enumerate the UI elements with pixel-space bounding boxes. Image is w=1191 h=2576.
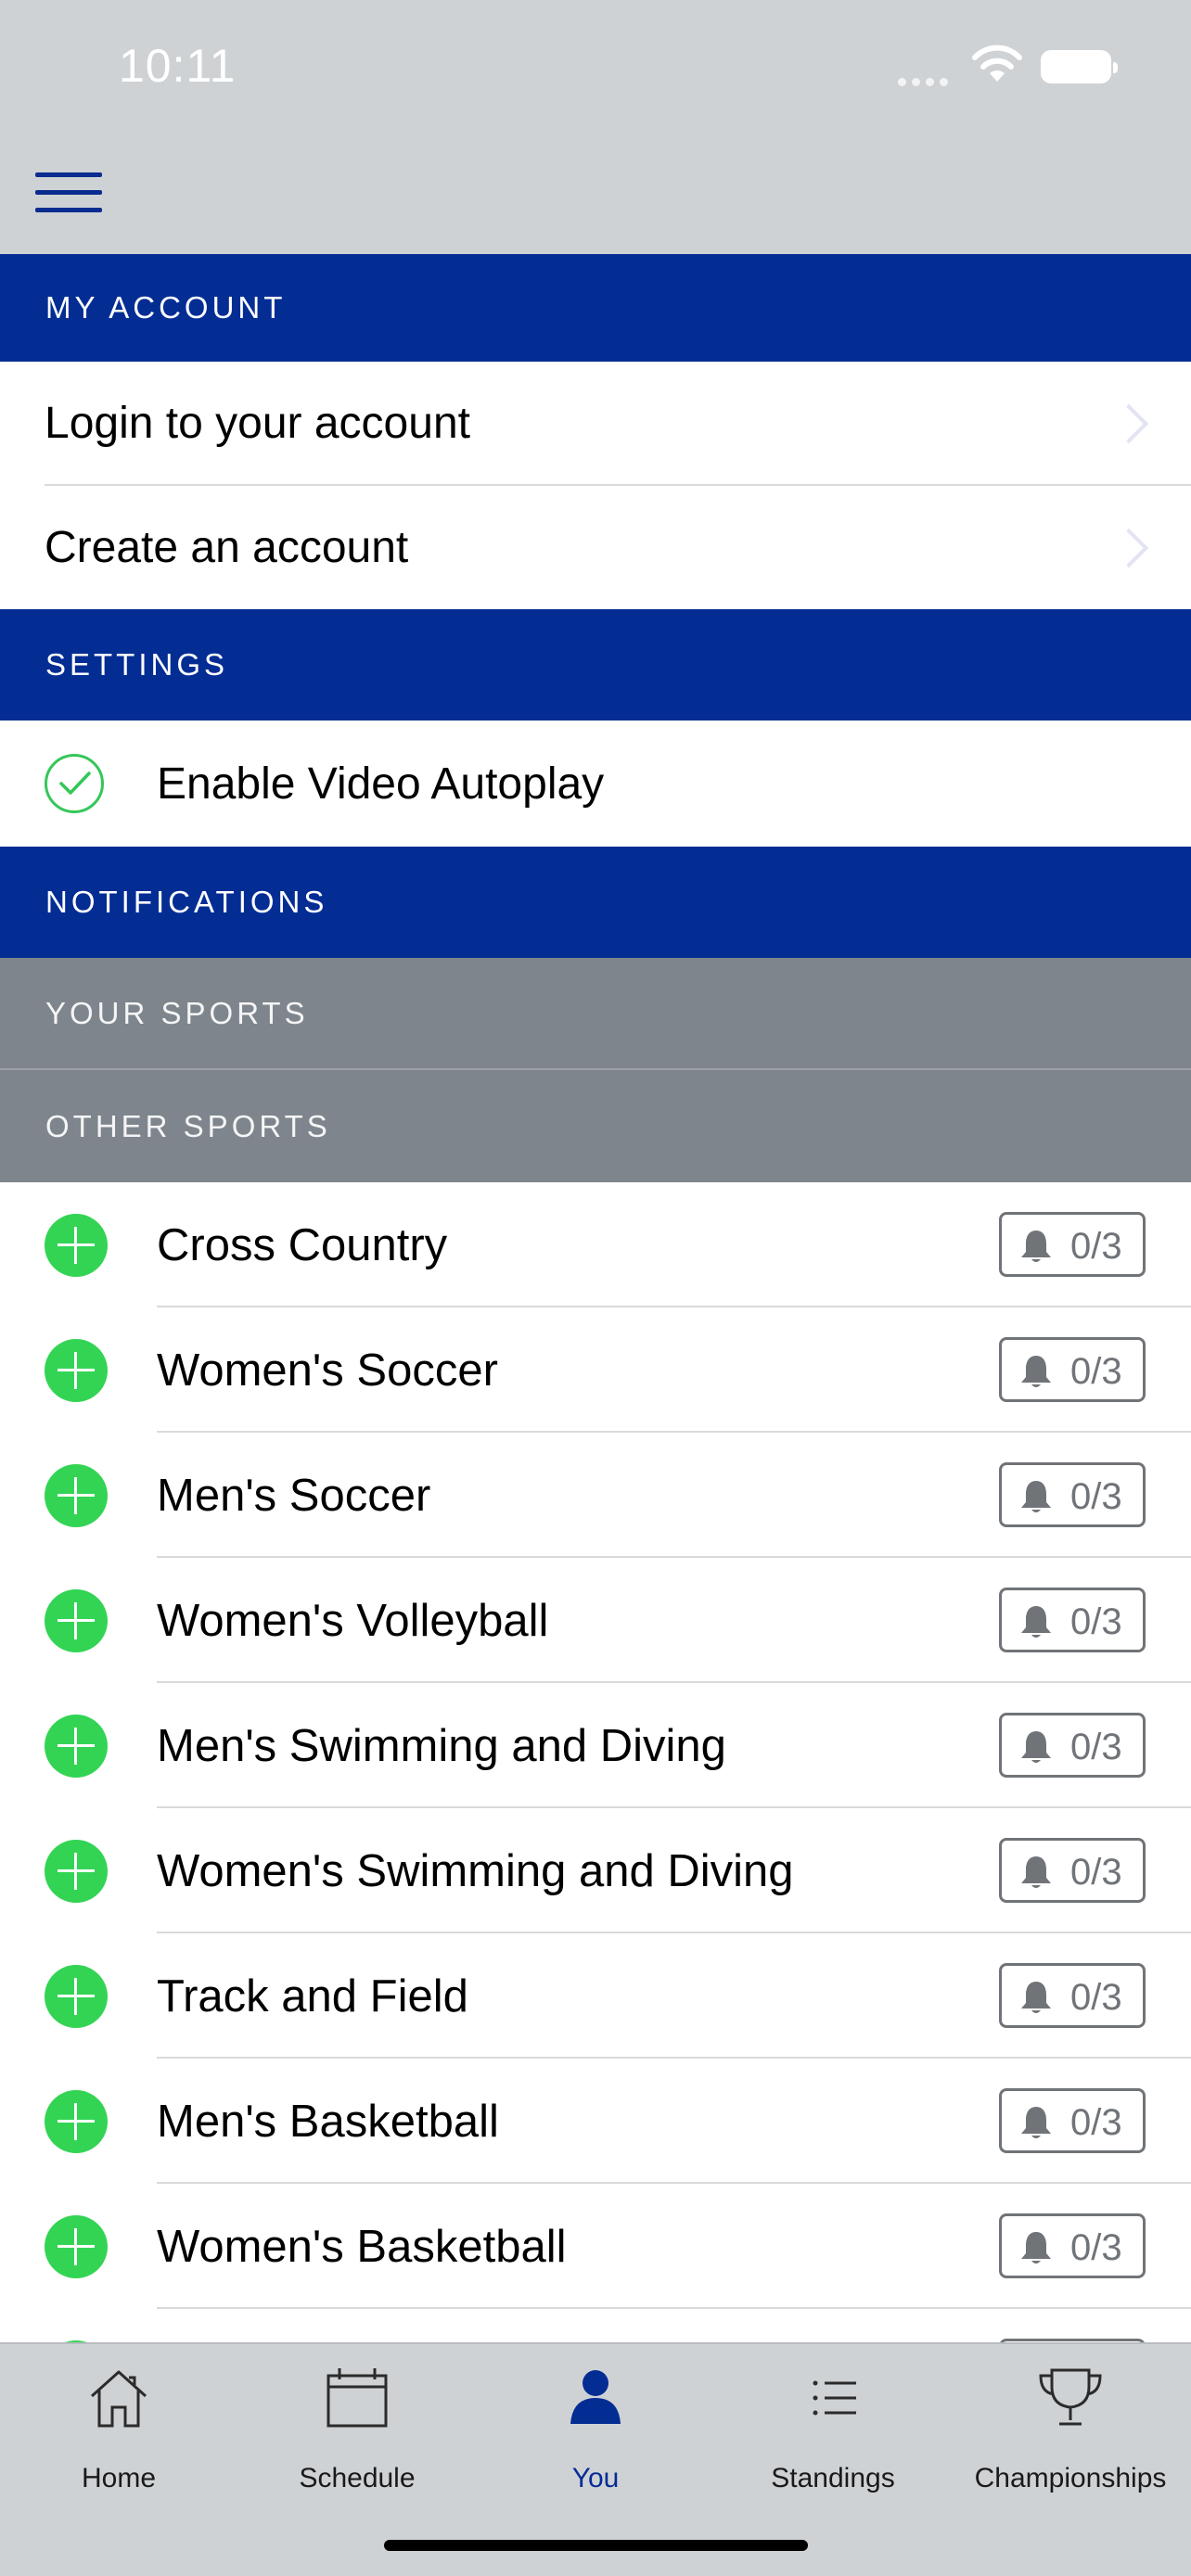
tab-schedule[interactable]: Schedule	[238, 2344, 476, 2493]
calendar-icon	[327, 2368, 388, 2428]
notification-count-button[interactable]: 0/3	[999, 1212, 1146, 1277]
list-icon	[813, 2380, 856, 2416]
subheader-other-sports: OTHER SPORTS	[0, 1070, 1191, 1182]
list-item[interactable]: Women's Soccer 0/3	[0, 1307, 1191, 1433]
tab-label: Standings	[771, 2463, 895, 2493]
alert-count: 0/3	[1070, 1852, 1122, 1893]
cellular-signal-icon	[898, 74, 954, 91]
home-indicator	[384, 2540, 808, 2551]
list-item[interactable]: Cross Country 0/3	[0, 1182, 1191, 1307]
tab-championships[interactable]: Championships	[952, 2344, 1189, 2493]
sport-name: Women's Soccer	[157, 1345, 498, 1396]
checkmark-circle-icon[interactable]	[45, 754, 104, 813]
bell-icon	[1018, 2229, 1054, 2266]
video-autoplay-label: Enable Video Autoplay	[157, 759, 605, 809]
notification-count-button[interactable]: 0/3	[999, 2213, 1146, 2278]
chevron-right-icon	[1108, 403, 1149, 443]
bell-icon	[1018, 1228, 1054, 1265]
add-circle-icon[interactable]	[45, 2215, 108, 2278]
add-circle-icon[interactable]	[45, 1464, 108, 1527]
subheader-title: YOUR SPORTS	[45, 995, 309, 1030]
create-account-row[interactable]: Create an account	[0, 486, 1191, 609]
list-item[interactable]: Women's Volleyball 0/3	[0, 1558, 1191, 1683]
status-bar: 10:11	[0, 0, 1191, 139]
alert-count: 0/3	[1070, 2102, 1122, 2143]
sport-name: Men's Basketball	[157, 2097, 499, 2147]
sport-name: Men's Soccer	[157, 1471, 431, 1521]
add-circle-icon[interactable]	[45, 2090, 108, 2153]
tab-home[interactable]: Home	[0, 2344, 237, 2493]
notification-count-button[interactable]: 0/3	[999, 1462, 1146, 1527]
alert-count: 0/3	[1070, 1601, 1122, 1642]
alert-count: 0/3	[1070, 1977, 1122, 2018]
login-label: Login to your account	[45, 399, 470, 448]
wifi-icon	[972, 45, 1022, 82]
tab-you[interactable]: You	[477, 2344, 714, 2493]
add-circle-icon[interactable]	[45, 1840, 108, 1903]
add-circle-icon[interactable]	[45, 1965, 108, 2028]
notification-count-button[interactable]: 0/3	[999, 2088, 1146, 2153]
section-title: NOTIFICATIONS	[45, 885, 328, 919]
tab-label: Home	[81, 2463, 157, 2493]
sport-name: Women's Volleyball	[157, 1596, 549, 1646]
video-autoplay-row[interactable]: Enable Video Autoplay	[0, 721, 1191, 847]
sport-name: Men's Swimming and Diving	[157, 1721, 726, 1771]
alert-count: 0/3	[1070, 2227, 1122, 2268]
tab-label: Championships	[974, 2463, 1167, 2493]
list-item[interactable]: Women's Basketball 0/3	[0, 2184, 1191, 2309]
notification-count-button[interactable]: 0/3	[999, 1963, 1146, 2028]
sport-name: Women's Swimming and Diving	[157, 1846, 794, 1896]
section-header-settings: SETTINGS	[0, 609, 1191, 721]
create-account-label: Create an account	[45, 523, 409, 572]
top-nav-bar	[0, 139, 1191, 254]
subheader-your-sports: YOUR SPORTS	[0, 958, 1191, 1070]
notification-count-button[interactable]: 0/3	[999, 1838, 1146, 1903]
bell-icon	[1018, 1478, 1054, 1515]
add-circle-icon[interactable]	[45, 1339, 108, 1402]
alert-count: 0/3	[1070, 1226, 1122, 1267]
bell-icon	[1018, 1854, 1054, 1891]
add-circle-icon[interactable]	[45, 1589, 108, 1652]
list-item[interactable]: Men's Basketball 0/3	[0, 2059, 1191, 2184]
notification-count-button[interactable]: 0/3	[999, 1337, 1146, 1402]
sport-name: Track and Field	[157, 1971, 468, 2021]
section-header-notifications: NOTIFICATIONS	[0, 847, 1191, 958]
tab-label: You	[571, 2463, 620, 2493]
hamburger-menu-icon[interactable]	[35, 172, 102, 217]
list-item[interactable]: Women's Swimming and Diving 0/3	[0, 1808, 1191, 1933]
tab-label: Schedule	[299, 2463, 416, 2493]
bell-icon	[1018, 1728, 1054, 1766]
alert-count: 0/3	[1070, 1351, 1122, 1392]
notification-count-button[interactable]: 0/3	[999, 1588, 1146, 1652]
tab-standings[interactable]: Standings	[714, 2344, 952, 2493]
trophy-icon	[1039, 2368, 1102, 2426]
status-time: 10:11	[119, 40, 237, 92]
alert-count: 0/3	[1070, 1727, 1122, 1767]
subheader-title: OTHER SPORTS	[45, 1108, 331, 1143]
add-circle-icon[interactable]	[45, 1214, 108, 1277]
bell-icon	[1018, 1979, 1054, 2016]
sport-name: Women's Basketball	[157, 2222, 567, 2272]
section-title: MY ACCOUNT	[45, 290, 287, 325]
login-row[interactable]: Login to your account	[0, 362, 1191, 485]
notification-count-button[interactable]: 0/3	[999, 1713, 1146, 1778]
battery-icon	[1041, 50, 1118, 83]
sport-name: Cross Country	[157, 1220, 448, 1270]
section-header-my-account: MY ACCOUNT	[0, 254, 1191, 362]
list-item[interactable]: Men's Swimming and Diving 0/3	[0, 1683, 1191, 1808]
bell-icon	[1018, 2104, 1054, 2141]
list-item[interactable]: Men's Soccer 0/3	[0, 1433, 1191, 1558]
bell-icon	[1018, 1603, 1054, 1640]
add-circle-icon[interactable]	[45, 1715, 108, 1778]
section-title: SETTINGS	[45, 647, 229, 682]
person-icon	[570, 2370, 621, 2424]
alert-count: 0/3	[1070, 1476, 1122, 1517]
chevron-right-icon	[1108, 528, 1149, 567]
house-icon	[90, 2370, 147, 2428]
bell-icon	[1018, 1353, 1054, 1390]
list-item[interactable]: Track and Field 0/3	[0, 1933, 1191, 2059]
